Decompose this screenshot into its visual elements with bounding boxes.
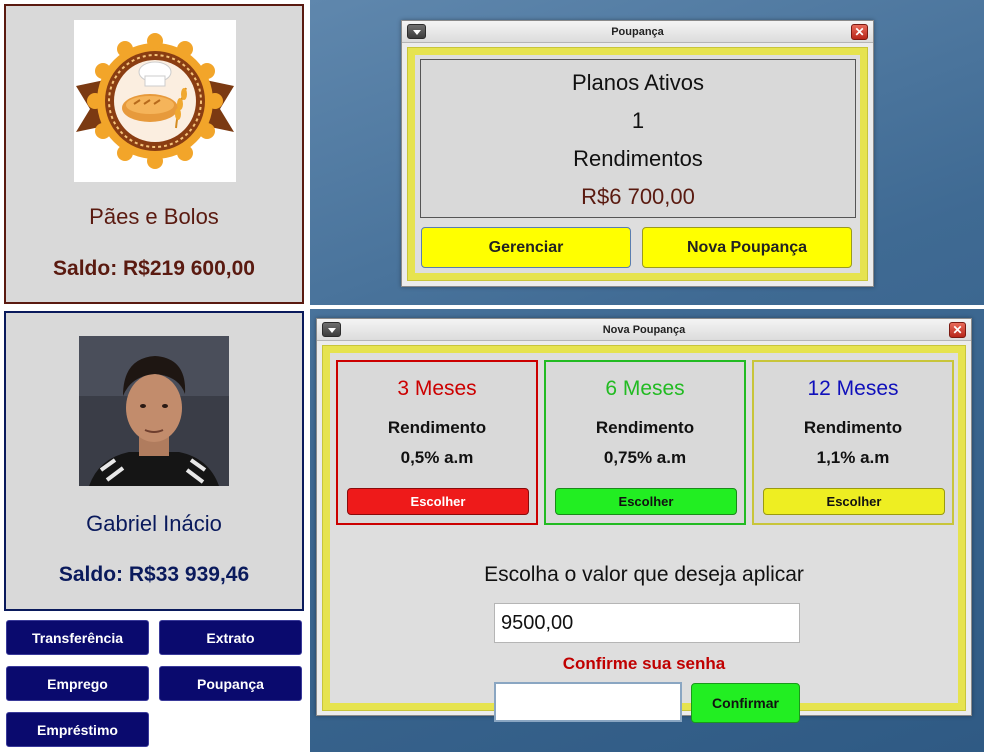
rendimentos-value: R$6 700,00 — [581, 184, 695, 209]
user-panel: Gabriel Inácio Saldo: R$33 939,46 — [4, 311, 304, 611]
nova-poupanca-window-titlebar[interactable]: Nova Poupança ✕ — [317, 319, 971, 341]
plan-rendimento-label: Rendimento — [803, 418, 903, 437]
plan-title: 3 Meses — [397, 377, 477, 400]
plan-rate: 1,1% a.m — [816, 448, 890, 467]
plan-card-12-meses: 12 Meses Rendimento 1,1% a.m Escolher — [752, 360, 954, 525]
divider — [310, 305, 984, 309]
confirme-senha-label: Confirme sua senha — [562, 654, 726, 673]
plan-card-6-meses: 6 Meses Rendimento 0,75% a.m Escolher — [544, 360, 746, 525]
nova-poupanca-button[interactable]: Nova Poupança — [642, 227, 852, 268]
avatar — [79, 336, 229, 486]
plan-title: 12 Meses — [807, 377, 899, 400]
escolher-3-meses-button[interactable]: Escolher — [347, 488, 529, 515]
rendimentos-label: Rendimentos — [573, 146, 703, 171]
poupanca-frame: Planos Ativos 1 Rendimentos R$6 700,00 G… — [407, 47, 868, 281]
profile-photo-icon — [79, 336, 229, 486]
plan-rendimento-label: Rendimento — [595, 418, 695, 437]
poupanca-summary-box: Planos Ativos 1 Rendimentos R$6 700,00 — [420, 59, 856, 218]
gerenciar-button[interactable]: Gerenciar — [421, 227, 631, 268]
poupanca-button[interactable]: Poupança — [159, 666, 302, 701]
plan-rate: 0,5% a.m — [400, 448, 474, 467]
nova-poupanca-frame: 3 Meses Rendimento 0,5% a.m Escolher 6 M… — [322, 345, 966, 723]
valor-prompt: Escolha o valor que deseja aplicar — [484, 563, 804, 586]
company-name: Pães e Bolos — [89, 204, 219, 229]
confirmar-button[interactable]: Confirmar — [691, 683, 800, 723]
company-balance: Saldo: R$219 600,00 — [53, 257, 255, 280]
user-balance: Saldo: R$33 939,46 — [58, 563, 250, 586]
planos-ativos-count: 1 — [631, 108, 645, 133]
emprestimo-button[interactable]: Empréstimo — [6, 712, 149, 747]
window-menu-icon[interactable] — [322, 322, 341, 337]
extrato-button[interactable]: Extrato — [159, 620, 302, 655]
plan-rendimento-label: Rendimento — [387, 418, 487, 437]
escolher-12-meses-button[interactable]: Escolher — [763, 488, 945, 515]
plan-rate: 0,75% a.m — [603, 448, 687, 467]
poupanca-window: Poupança ✕ Planos Ativos 1 Rendimentos R… — [401, 20, 874, 287]
nova-poupanca-window: Nova Poupança ✕ 3 Meses Rendimento 0,5% … — [316, 318, 972, 723]
plan-title: 6 Meses — [605, 377, 685, 400]
company-panel: Pães e Bolos Saldo: R$219 600,00 — [4, 4, 304, 304]
company-logo — [74, 20, 236, 182]
planos-ativos-label: Planos Ativos — [571, 70, 705, 95]
nova-poupanca-content: 3 Meses Rendimento 0,5% a.m Escolher 6 M… — [330, 353, 958, 723]
close-icon[interactable]: ✕ — [851, 24, 868, 40]
valor-input[interactable] — [494, 603, 800, 643]
password-field[interactable] — [494, 682, 682, 722]
bakery-badge-logo-icon — [76, 33, 234, 169]
poupanca-window-title: Poupança — [611, 26, 664, 38]
poupanca-content: Planos Ativos 1 Rendimentos R$6 700,00 G… — [415, 55, 860, 273]
nova-poupanca-window-title: Nova Poupança — [602, 324, 686, 336]
emprego-button[interactable]: Emprego — [6, 666, 149, 701]
transferencia-button[interactable]: Transferência — [6, 620, 149, 655]
close-icon[interactable]: ✕ — [949, 322, 966, 338]
poupanca-window-titlebar[interactable]: Poupança ✕ — [402, 21, 873, 43]
user-name: Gabriel Inácio — [86, 511, 222, 536]
escolher-6-meses-button[interactable]: Escolher — [555, 488, 737, 515]
window-menu-icon[interactable] — [407, 24, 426, 39]
plan-card-3-meses: 3 Meses Rendimento 0,5% a.m Escolher — [336, 360, 538, 525]
